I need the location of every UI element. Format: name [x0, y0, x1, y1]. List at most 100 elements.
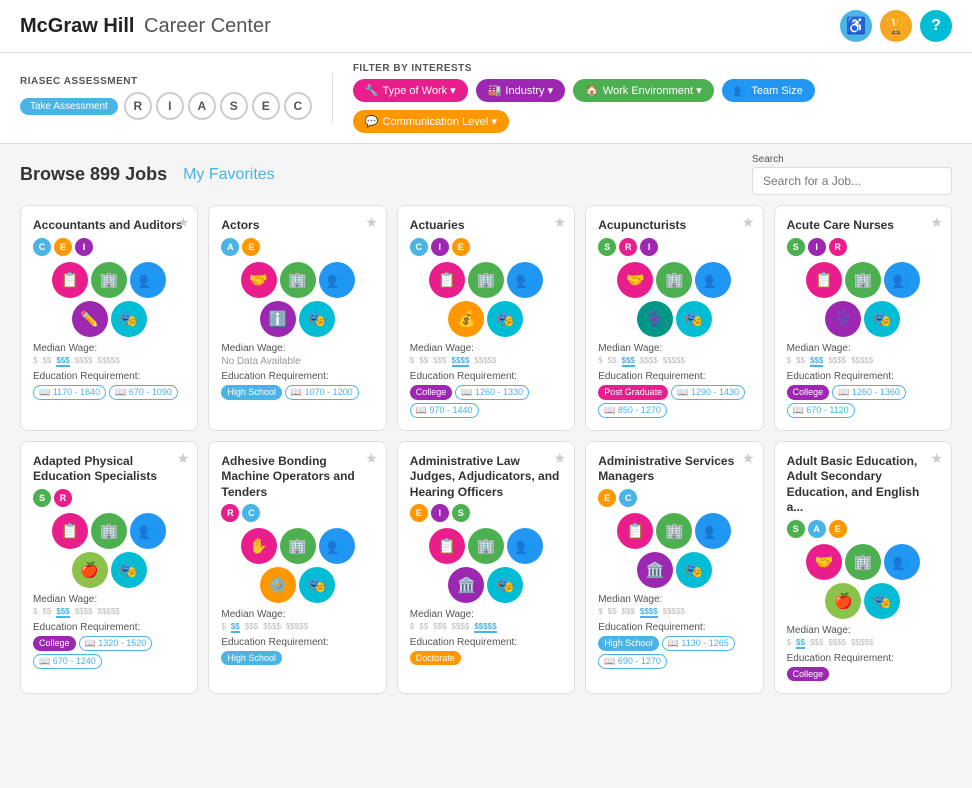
- card-star[interactable]: ★: [365, 214, 378, 231]
- card-acupuncturists: ★ Acupuncturists S R I 🤝 🏢 👥 ⚕️ 🎭 Median…: [585, 205, 763, 431]
- code-c: C: [619, 489, 637, 507]
- code-r: R: [829, 238, 847, 256]
- code-c: C: [242, 504, 260, 522]
- riasec-s[interactable]: S: [220, 92, 248, 120]
- card-codes: A E: [221, 238, 373, 256]
- code-e: E: [54, 238, 72, 256]
- card-codes: S I R: [787, 238, 939, 256]
- icon-circles: 📋 🏢 👥 🍎 🎭: [33, 513, 185, 588]
- edu-doctorate: Doctorate: [410, 651, 461, 665]
- edu-range-2: 📖 850 - 1270: [598, 403, 667, 418]
- filter-interests: FILTER BY INTERESTS 🔧 Type of Work ▾ 🏭 I…: [353, 63, 952, 133]
- brand-logo: McGraw Hill Career Center: [20, 15, 271, 38]
- card-adhesive-bonding: ★ Adhesive Bonding Machine Operators and…: [208, 441, 386, 694]
- card-star[interactable]: ★: [930, 450, 943, 467]
- riasec-e[interactable]: E: [252, 92, 280, 120]
- wage-5: $$$$$: [98, 356, 120, 365]
- edu-range-1: 📖 1260 - 1360: [832, 385, 906, 400]
- wage-2: $$: [796, 356, 805, 365]
- accessibility-icon[interactable]: ♿: [840, 10, 872, 42]
- card-title: Acute Care Nurses: [787, 218, 939, 234]
- header-icons: ♿ 🏆 ?: [840, 10, 952, 42]
- riasec-a[interactable]: A: [188, 92, 216, 120]
- wage-4: $$$$: [828, 356, 846, 365]
- code-a: A: [808, 520, 826, 538]
- card-star[interactable]: ★: [742, 450, 755, 467]
- riasec-r[interactable]: R: [124, 92, 152, 120]
- card-title: Adapted Physical Education Specialists: [33, 454, 185, 485]
- riasec-circles: R I A S E C: [124, 92, 312, 120]
- cards-grid: ★ Accountants and Auditors C E I 📋 🏢 👥 ✏…: [0, 205, 972, 714]
- code-r: R: [54, 489, 72, 507]
- wage-1: $: [598, 356, 602, 365]
- card-codes: R C: [221, 504, 373, 522]
- wage-label: Median Wage:: [221, 343, 373, 354]
- type-of-work-filter[interactable]: 🔧 Type of Work ▾: [353, 79, 468, 102]
- edu-label: Education Requirement:: [410, 371, 562, 382]
- brand-mcgrawhill: McGraw Hill: [20, 15, 134, 37]
- card-star[interactable]: ★: [365, 450, 378, 467]
- code-s: S: [33, 489, 51, 507]
- edu-label: Education Requirement:: [33, 622, 185, 633]
- wage-4: $$$$: [452, 622, 470, 631]
- wage-2: $$: [796, 638, 805, 649]
- team-size-filter[interactable]: 👥 Team Size: [722, 79, 815, 102]
- wage-5: $$$$$: [663, 356, 685, 365]
- wage-label: Median Wage:: [787, 625, 939, 636]
- edu-range-1: 📖 1170 - 1640: [33, 385, 106, 400]
- code-c: C: [33, 238, 51, 256]
- card-admin-services: ★ Administrative Services Managers E C 📋…: [585, 441, 763, 694]
- riasec-i[interactable]: I: [156, 92, 184, 120]
- work-environment-filter[interactable]: 🏠 Work Environment ▾: [573, 79, 714, 102]
- wage-5: $$$$$: [286, 622, 308, 631]
- trophy-icon[interactable]: 🏆: [880, 10, 912, 42]
- icon-circles: 📋 🏢 👥 ✏️ 🎭: [33, 262, 185, 337]
- card-star[interactable]: ★: [177, 450, 190, 467]
- wage-3: $$$: [622, 356, 635, 367]
- riasec-section: RIASEC ASSESSMENT Take Assessment R I A …: [20, 76, 312, 120]
- my-favorites-link[interactable]: My Favorites: [183, 166, 275, 184]
- edu-highschool: High School: [221, 651, 282, 665]
- card-acute-care-nurses: ★ Acute Care Nurses S I R 📋 🏢 👥 ⚕️ 🎭 Med…: [774, 205, 952, 431]
- industry-icon: 🏭: [488, 84, 502, 97]
- wage-5: $$$$$: [663, 607, 685, 616]
- wage-1: $: [598, 607, 602, 616]
- edu-range-2: 📖 670 - 1120: [787, 403, 855, 418]
- code-s: S: [452, 504, 470, 522]
- wage-1: $: [33, 607, 37, 616]
- wage-1: $: [787, 638, 791, 647]
- code-i: I: [640, 238, 658, 256]
- card-star[interactable]: ★: [177, 214, 190, 231]
- riasec-c[interactable]: C: [284, 92, 312, 120]
- industry-filter[interactable]: 🏭 Industry ▾: [476, 79, 565, 102]
- code-i: I: [75, 238, 93, 256]
- wage-3: $$$: [433, 622, 446, 631]
- card-star[interactable]: ★: [742, 214, 755, 231]
- card-star[interactable]: ★: [554, 450, 567, 467]
- search-input[interactable]: [752, 167, 952, 195]
- card-admin-law-judges: ★ Administrative Law Judges, Adjudicator…: [397, 441, 575, 694]
- icon-circles: 🤝 🏢 👥 ℹ️ 🎭: [221, 262, 373, 337]
- help-icon[interactable]: ?: [920, 10, 952, 42]
- search-label: Search: [752, 154, 952, 165]
- card-star[interactable]: ★: [930, 214, 943, 231]
- filter-bar: RIASEC ASSESSMENT Take Assessment R I A …: [0, 53, 972, 144]
- take-assessment-button[interactable]: Take Assessment: [20, 98, 118, 115]
- edu-label: Education Requirement:: [221, 371, 373, 382]
- communication-level-filter[interactable]: 💬 Communication Level ▾: [353, 110, 509, 133]
- work-icon: 🔧: [365, 84, 379, 97]
- code-e: E: [410, 504, 428, 522]
- wage-1: $: [221, 622, 225, 631]
- card-star[interactable]: ★: [554, 214, 567, 231]
- card-title: Adhesive Bonding Machine Operators and T…: [221, 454, 373, 501]
- wage-3: $$$: [56, 356, 69, 367]
- icon-circles: 📋 🏢 👥 🏛️ 🎭: [410, 528, 562, 603]
- card-title: Acupuncturists: [598, 218, 750, 234]
- card-codes: S A E: [787, 520, 939, 538]
- card-adult-basic-edu: ★ Adult Basic Education, Adult Secondary…: [774, 441, 952, 694]
- edu-range-2: 📖 970 - 1440: [410, 403, 479, 418]
- edu-range: 📖 1070 - 1200: [285, 385, 359, 400]
- team-size-label: Team Size: [751, 85, 802, 97]
- wage-5: $$$$$: [474, 356, 496, 365]
- wage-3: $$$: [433, 356, 446, 365]
